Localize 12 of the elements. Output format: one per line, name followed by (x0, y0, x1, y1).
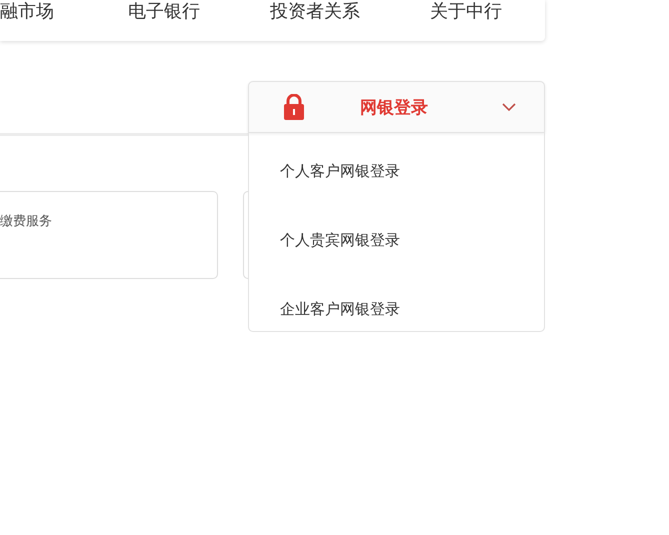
menu-item[interactable]: 个人贵宾网银登录 (280, 230, 544, 250)
nav-link[interactable]: 电子银行 (128, 2, 200, 22)
service-card[interactable]: 缴费服务 (0, 191, 218, 279)
chevron-icon (502, 102, 516, 112)
nav-link[interactable]: 关于中行 (430, 2, 502, 22)
service-label: 缴费服务 (0, 214, 52, 229)
menu-item[interactable]: 企业客户网银登录 (280, 299, 544, 319)
nav-link[interactable]: 投资者关系 (270, 2, 360, 22)
login-dropdown[interactable]: 网银登录 (248, 81, 545, 133)
lock-icon (283, 94, 305, 120)
nav-link[interactable]: 融市场 (0, 2, 54, 22)
menu-item[interactable]: 个人客户网银登录 (280, 161, 544, 181)
